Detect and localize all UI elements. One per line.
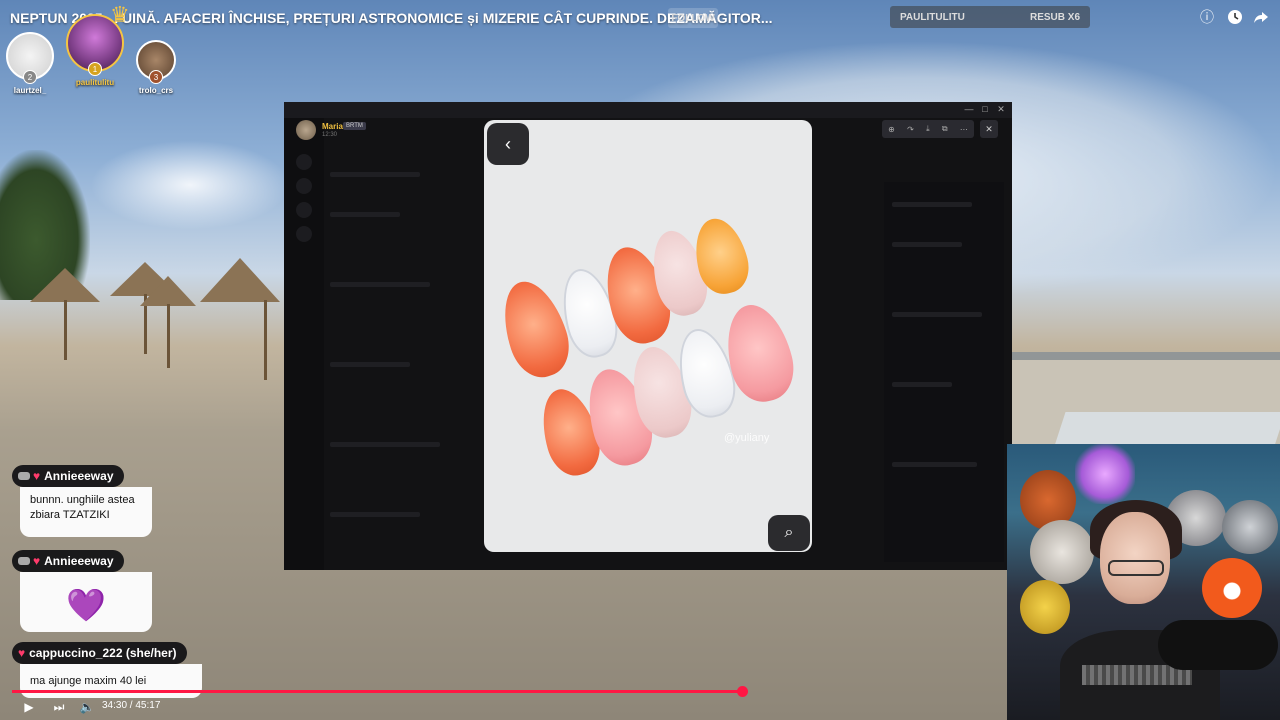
share-icon[interactable] — [1252, 8, 1270, 26]
open-external-icon[interactable]: ⧉ — [942, 124, 948, 134]
chat-message: 💜 — [20, 572, 152, 632]
play-icon[interactable]: ▶ — [20, 698, 38, 716]
channel-placeholder — [330, 512, 420, 517]
chat-user-label: Annieeeway — [44, 469, 114, 483]
message-timestamp: 12:30 — [322, 132, 338, 138]
member-list — [884, 182, 1004, 562]
rank-badge: 2 — [23, 70, 37, 84]
message-author-badge: BRTM — [343, 122, 366, 130]
crown-icon: ♛ — [110, 2, 130, 27]
volume-icon[interactable]: 🔈 — [78, 698, 96, 716]
microphone — [1158, 620, 1278, 670]
fox-plush — [1202, 558, 1262, 618]
leaderboard-name: paulitulitu — [75, 78, 115, 87]
umbrella-pole — [167, 304, 170, 368]
server-sidebar — [284, 118, 324, 570]
server-icon[interactable] — [296, 202, 312, 218]
sub-alert-user: PAULITULITU — [900, 11, 965, 23]
channel-placeholder — [330, 282, 430, 287]
next-icon[interactable]: ⏭ — [50, 698, 68, 716]
badge-icon — [18, 472, 30, 480]
background-trees — [0, 150, 90, 300]
follow-button[interactable]: FOLLOW — [668, 8, 718, 28]
message-author-name[interactable]: Maria — [322, 122, 343, 131]
chat-user-label: cappuccino_222 (she/her) — [29, 646, 177, 660]
rank-badge: 3 — [149, 70, 163, 84]
chat-user-label: Annieeeway — [44, 554, 114, 568]
plush-toy — [1222, 500, 1278, 554]
webcam-light — [1075, 444, 1135, 504]
window-titlebar — [284, 102, 1012, 118]
leaderboard-entry: ♛ 1 paulitulitu — [66, 2, 130, 87]
heart-icon: ♥ — [33, 469, 41, 483]
leaderboard-entry: 2 laurtzel_ — [6, 32, 54, 95]
image-preview[interactable] — [484, 120, 812, 552]
background-cloud-left — [90, 140, 290, 230]
channel-placeholder — [330, 362, 410, 367]
beach-umbrella — [200, 258, 280, 302]
progress-bar[interactable] — [12, 690, 742, 693]
server-icon[interactable] — [296, 178, 312, 194]
heart-icon: ♥ — [18, 646, 26, 660]
leaderboard-name: laurtzel_ — [13, 86, 47, 95]
chat-username[interactable]: ♥ Annieeeway — [12, 465, 124, 487]
time-display: 34:30 / 45:17 — [102, 700, 161, 711]
more-icon[interactable]: ⋯ — [960, 125, 968, 134]
streamer-glasses — [1108, 560, 1164, 576]
window-close-button[interactable]: ✕ — [992, 104, 1010, 115]
chat-message: bunnn. unghiile astea zbiara TZATZIKI — [20, 487, 152, 537]
preview-close-button[interactable]: ✕ — [980, 120, 998, 138]
server-icon[interactable] — [296, 226, 312, 242]
image-toolbar: ⊕ ↷ ⤓ ⧉ ⋯ — [882, 120, 974, 138]
server-icon[interactable] — [296, 154, 312, 170]
heart-icon: ♥ — [33, 554, 41, 568]
info-icon[interactable]: ⓘ — [1198, 8, 1216, 26]
plush-toy — [1020, 580, 1070, 634]
umbrella-pole — [64, 300, 67, 360]
leaderboard-name: trolo_crs — [138, 86, 174, 95]
download-icon[interactable]: ⤓ — [926, 124, 930, 134]
message-author-avatar[interactable] — [296, 120, 316, 140]
tiktok-watermark: @yuliany — [724, 432, 770, 444]
sub-alert-label: RESUB X6 — [1029, 11, 1080, 23]
zoom-icon[interactable]: ⊕ — [888, 125, 895, 134]
member-placeholder — [892, 202, 972, 207]
member-placeholder — [892, 312, 982, 317]
streamer-face — [1100, 512, 1170, 604]
channel-placeholder — [330, 212, 400, 217]
rank-badge: 1 — [88, 62, 102, 76]
channel-placeholder — [330, 442, 440, 447]
plush-toy — [1030, 520, 1094, 584]
channel-placeholder — [330, 172, 420, 177]
sub-alert: PAULITULITU RESUB X6 — [890, 6, 1090, 28]
back-button[interactable]: ‹ — [487, 123, 529, 165]
badge-icon — [18, 557, 30, 565]
chat-username[interactable]: ♥ cappuccino_222 (she/her) — [12, 642, 187, 664]
background-dune — [1054, 412, 1280, 446]
forward-icon[interactable]: ↷ — [907, 125, 914, 134]
member-placeholder — [892, 242, 962, 247]
leaderboard-entry: 3 trolo_crs — [136, 40, 176, 95]
umbrella-pole — [264, 300, 267, 380]
member-placeholder — [892, 462, 977, 467]
lens-search-button[interactable]: ⌕ — [768, 515, 810, 551]
member-placeholder — [892, 382, 952, 387]
clock-icon[interactable] — [1226, 8, 1244, 26]
progress-scrubber[interactable] — [737, 686, 748, 697]
chat-username[interactable]: ♥ Annieeeway — [12, 550, 124, 572]
